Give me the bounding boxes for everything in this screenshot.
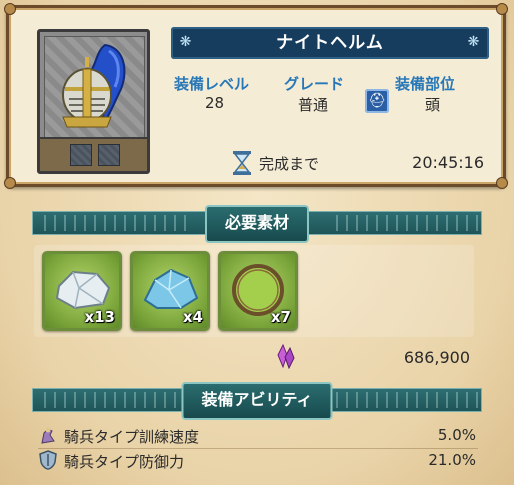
knight-helm-icon [44, 36, 145, 138]
banner-pattern [36, 215, 186, 231]
banner-pattern [36, 392, 186, 408]
craft-timer: 完成まで 20:45:16 [231, 150, 496, 176]
part-value: 頭 [425, 96, 441, 114]
crystal-cost-row: 686,900 [270, 343, 480, 371]
ability-row: 騎兵タイプ訓練速度 5.0% [38, 425, 478, 447]
cavalry-training-icon [41, 427, 55, 444]
ornament-right-icon: ❋ [467, 34, 481, 50]
timer-label: 完成まで [259, 155, 320, 173]
silver-ore-icon [55, 270, 111, 310]
crystal-ore-icon [143, 268, 199, 309]
ability-value: 5.0% [437, 426, 476, 444]
banner-pattern [328, 215, 478, 231]
ability-label: 騎兵タイプ防御力 [64, 453, 185, 471]
panel-corner-ornament [496, 3, 508, 15]
item-portrait[interactable] [37, 29, 150, 174]
panel-corner-ornament [4, 3, 16, 15]
materials-section-banner: 必要素材 [32, 205, 482, 243]
equipment-craft-screen: ❋ ナイトヘルム ❋ 装備レベル 28 グレード 普通 ⛑ 装備部位 頭 完成ま… [0, 0, 514, 485]
item-name: ナイトヘルム [276, 33, 384, 53]
material-quantity: x4 [182, 308, 203, 326]
part-label: 装備部位 [395, 75, 456, 93]
empty-slot-icon[interactable] [70, 144, 92, 166]
equip-part-icon: ⛑ [365, 89, 389, 113]
material-slot[interactable]: x4 [130, 251, 210, 331]
level-value: 28 [205, 94, 225, 112]
grade-label: グレード [284, 75, 345, 93]
ability-value: 21.0% [428, 451, 476, 469]
item-name-banner: ❋ ナイトヘルム ❋ [171, 27, 489, 59]
crystal-cost-value: 686,900 [403, 348, 470, 367]
banner-pattern [328, 392, 478, 408]
item-detail-panel: ❋ ナイトヘルム ❋ 装備レベル 28 グレード 普通 ⛑ 装備部位 頭 完成ま… [4, 3, 508, 189]
material-slot[interactable]: x7 [218, 251, 298, 331]
materials-list: x13 x4 x7 [34, 245, 474, 337]
materials-section-title: 必要素材 [204, 205, 310, 243]
material-slot[interactable]: x13 [42, 251, 122, 331]
grade-value: 普通 [298, 96, 329, 114]
abilities-section-banner: 装備アビリティ [32, 382, 482, 420]
material-quantity: x13 [84, 308, 115, 326]
abilities-section-title: 装備アビリティ [181, 382, 333, 420]
cavalry-defense-icon [39, 450, 57, 470]
material-quantity: x7 [270, 308, 291, 326]
ornament-left-icon: ❋ [179, 34, 193, 50]
panel-corner-ornament [496, 177, 508, 189]
hourglass-icon [233, 151, 251, 175]
timer-value: 20:45:16 [412, 153, 484, 172]
rune-slot-bar [40, 137, 147, 171]
empty-slot-icon[interactable] [98, 144, 120, 166]
panel-corner-ornament [4, 177, 16, 189]
divider [38, 448, 478, 449]
crystal-currency-icon [277, 343, 295, 369]
level-label: 装備レベル [174, 75, 250, 93]
ability-row: 騎兵タイプ防御力 21.0% [38, 450, 478, 472]
ability-label: 騎兵タイプ訓練速度 [64, 428, 200, 446]
